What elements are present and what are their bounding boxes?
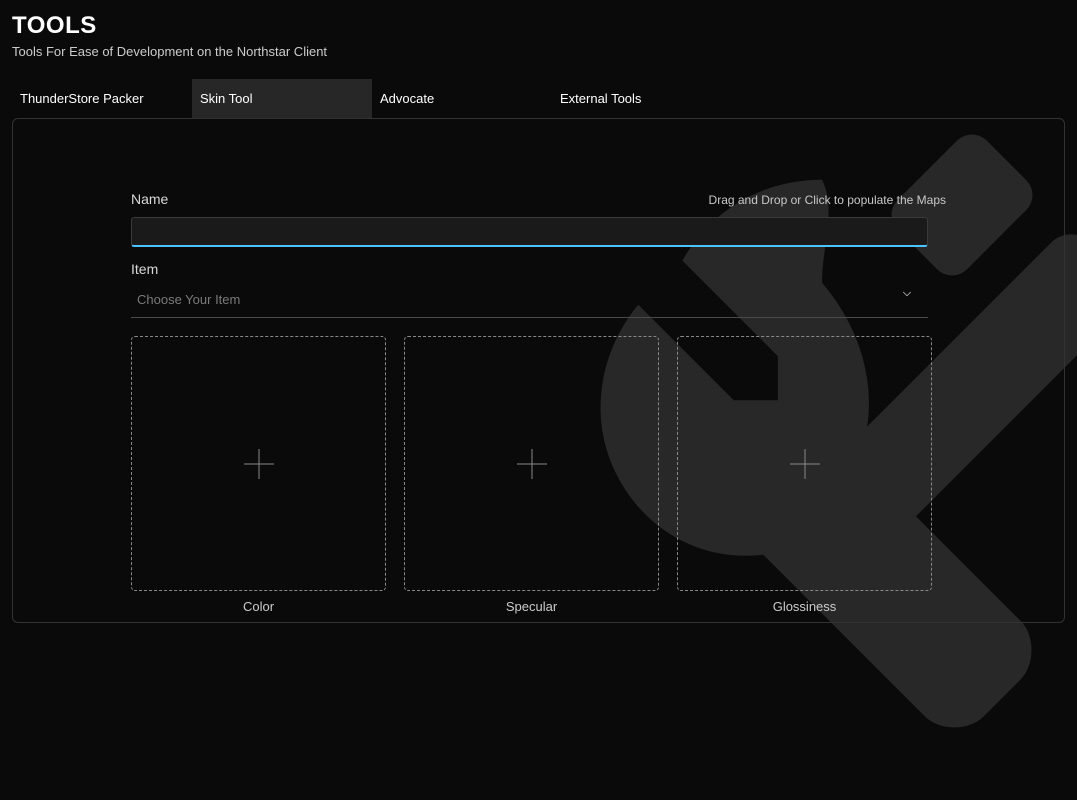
- chevron-down-icon: [900, 287, 914, 301]
- plus-icon: [790, 449, 820, 479]
- name-input[interactable]: [131, 217, 928, 247]
- tab-content: Name Drag and Drop or Click to populate …: [12, 118, 1065, 623]
- map-drop-specular[interactable]: [404, 336, 659, 591]
- maps-hint: Drag and Drop or Click to populate the M…: [709, 193, 946, 207]
- map-label-specular: Specular: [506, 599, 557, 614]
- map-label-color: Color: [243, 599, 274, 614]
- page-title: TOOLS: [12, 12, 1065, 40]
- map-drop-color[interactable]: [131, 336, 386, 591]
- tabs-bar: ThunderStore Packer Skin Tool Advocate E…: [12, 79, 1065, 118]
- plus-icon: [517, 449, 547, 479]
- item-select-placeholder: Choose Your Item: [137, 292, 240, 307]
- page-subtitle: Tools For Ease of Development on the Nor…: [12, 44, 1065, 59]
- item-label: Item: [131, 261, 946, 277]
- tab-external-tools[interactable]: External Tools: [552, 79, 732, 118]
- map-label-glossiness: Glossiness: [773, 599, 837, 614]
- name-label: Name: [131, 191, 168, 207]
- map-drop-glossiness[interactable]: [677, 336, 932, 591]
- item-select[interactable]: Choose Your Item: [131, 285, 928, 318]
- tab-advocate[interactable]: Advocate: [372, 79, 552, 118]
- plus-icon: [244, 449, 274, 479]
- tab-thunderstore-packer[interactable]: ThunderStore Packer: [12, 79, 192, 118]
- tab-skin-tool[interactable]: Skin Tool: [192, 79, 372, 118]
